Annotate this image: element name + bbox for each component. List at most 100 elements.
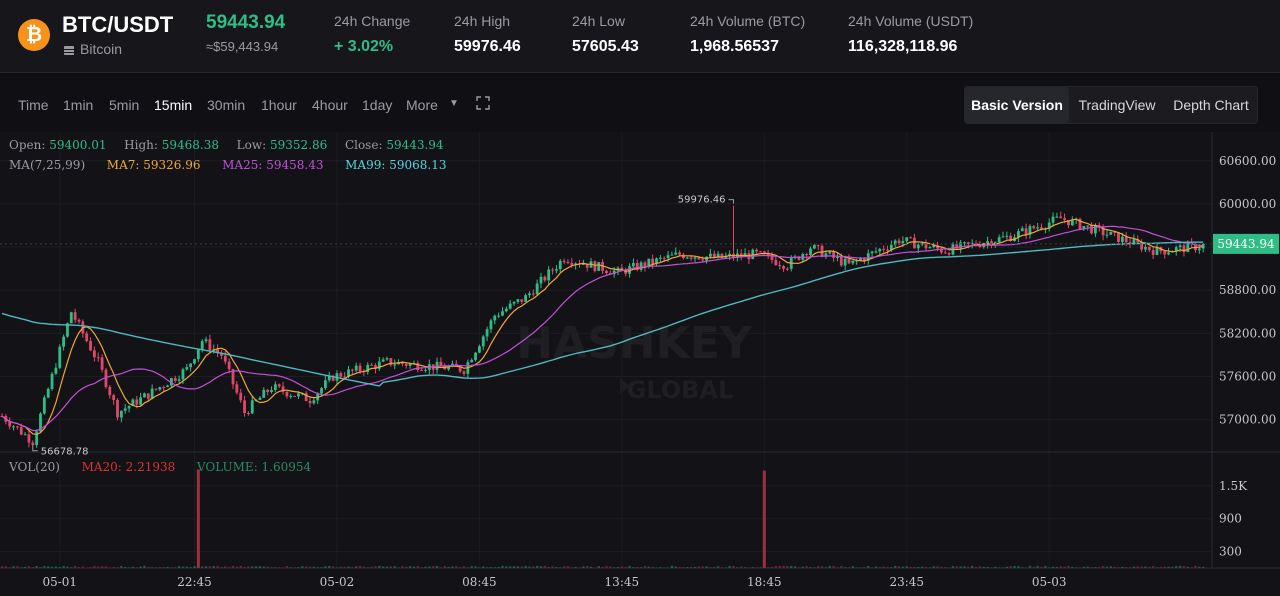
candle-body	[420, 370, 424, 372]
volume-bar	[316, 567, 319, 568]
volume-bar	[855, 567, 858, 568]
pair-title[interactable]: BTC/USDT	[62, 12, 173, 38]
tradingview-button[interactable]: TradingView	[1069, 87, 1165, 123]
candle-body	[1055, 216, 1059, 218]
candle-body	[597, 262, 601, 271]
volume-bar	[0, 566, 4, 568]
volume-bar	[732, 565, 735, 568]
volume-bar	[320, 567, 323, 568]
candle-body	[693, 257, 697, 259]
candle-body	[570, 262, 574, 265]
volume-bar	[150, 567, 154, 568]
volume-bar	[570, 567, 573, 568]
volume-bar	[809, 567, 812, 568]
candle-body	[166, 385, 169, 388]
volume-bar	[597, 566, 600, 568]
volume-bar	[27, 566, 31, 568]
candle-body	[116, 399, 119, 418]
volume-bar	[909, 566, 912, 568]
interval-30min[interactable]: 30min	[207, 97, 245, 113]
candle-body	[146, 393, 150, 399]
volume-bar	[1074, 567, 1078, 568]
candle-body	[1120, 236, 1124, 242]
volume-bar	[235, 566, 239, 568]
fullscreen-icon[interactable]	[476, 96, 490, 110]
candle-body	[786, 268, 789, 270]
candle-body	[354, 365, 358, 371]
volume-bar	[543, 565, 547, 568]
volume-bar	[405, 566, 408, 568]
volume-bar	[1055, 566, 1059, 568]
volume-bar	[12, 566, 15, 568]
volume-bar	[189, 567, 192, 568]
volume-bar	[1094, 567, 1097, 568]
volume-bar	[1113, 566, 1116, 568]
volume-bar	[832, 566, 835, 568]
interval-1day[interactable]: 1day	[362, 97, 392, 113]
candle-body	[1144, 246, 1147, 250]
candle-body	[204, 339, 208, 342]
candle-body	[350, 369, 354, 371]
volume-bar	[420, 567, 423, 568]
candle-body	[508, 303, 512, 309]
candle-body	[185, 367, 189, 370]
interval-more[interactable]: More	[406, 97, 438, 113]
stat-24h-volume-usdt: 24h Volume (USDT) 116,328,118.96	[848, 13, 974, 55]
candle-body	[27, 434, 31, 443]
stat-24h-volume-btc: 24h Volume (BTC) 1,968.56537	[690, 13, 806, 55]
volume-bar	[1090, 567, 1093, 568]
interval-time[interactable]: Time	[18, 97, 49, 113]
candle-body	[85, 333, 89, 342]
basic-version-button[interactable]: Basic Version	[965, 87, 1069, 123]
volume-bar	[416, 565, 419, 568]
candle-body	[497, 315, 501, 317]
volume-bar	[8, 567, 11, 568]
volume-bar	[1140, 566, 1143, 568]
volume-bar	[920, 566, 924, 568]
volume-bar	[374, 566, 377, 568]
volume-bar	[1024, 567, 1028, 568]
volume-bar	[1159, 566, 1163, 568]
interval-1hour[interactable]: 1hour	[261, 97, 297, 113]
interval-1min[interactable]: 1min	[63, 97, 93, 113]
candle-body	[339, 373, 343, 377]
volume-bar	[1171, 566, 1174, 568]
volume-bar	[1067, 566, 1070, 568]
depth-chart-button[interactable]: Depth Chart	[1165, 87, 1257, 123]
volume-bar	[435, 565, 439, 568]
watermark-line1: HASHKEY	[516, 318, 753, 369]
volume-bar	[651, 566, 654, 568]
candle-body	[709, 253, 712, 257]
volume-bar	[493, 567, 496, 568]
volume-bar	[924, 566, 928, 568]
chart-toolbar: Time 1min 5min 15min 30min 1hour 4hour 1…	[0, 74, 1280, 133]
current-price-label: 59443.94	[1217, 237, 1275, 251]
volume-bar	[813, 567, 816, 568]
volume-bar	[432, 566, 435, 568]
candle-body	[474, 352, 477, 360]
volume-bar	[905, 566, 908, 568]
chevron-down-icon[interactable]: ▼	[449, 98, 459, 109]
interval-15min[interactable]: 15min	[154, 97, 192, 113]
candle-body	[54, 367, 58, 374]
candle-body	[605, 270, 608, 273]
candle-body	[1178, 245, 1182, 248]
coin-name: Bitcoin	[64, 41, 122, 57]
price-tick-label: 60000.00	[1219, 197, 1276, 211]
candle-body	[108, 387, 112, 396]
interval-5min[interactable]: 5min	[109, 97, 139, 113]
candle-body	[478, 346, 481, 353]
volume-bar	[1082, 566, 1086, 568]
candle-body	[524, 295, 527, 302]
stat-24h-high: 24h High 59976.46	[454, 13, 521, 55]
price-tick-label: 57600.00	[1219, 369, 1276, 383]
volume-bar	[1202, 566, 1205, 568]
volume-bar	[408, 566, 412, 568]
candle-body	[89, 341, 92, 351]
kline-chart[interactable]: HASHKEY GLOBAL 60600.0060000.0059400.005…	[0, 132, 1280, 596]
interval-4hour[interactable]: 4hour	[312, 97, 348, 113]
candle-body	[258, 397, 262, 400]
candle-body	[651, 258, 655, 264]
volume-bar	[93, 566, 96, 568]
candle-body	[19, 427, 23, 435]
